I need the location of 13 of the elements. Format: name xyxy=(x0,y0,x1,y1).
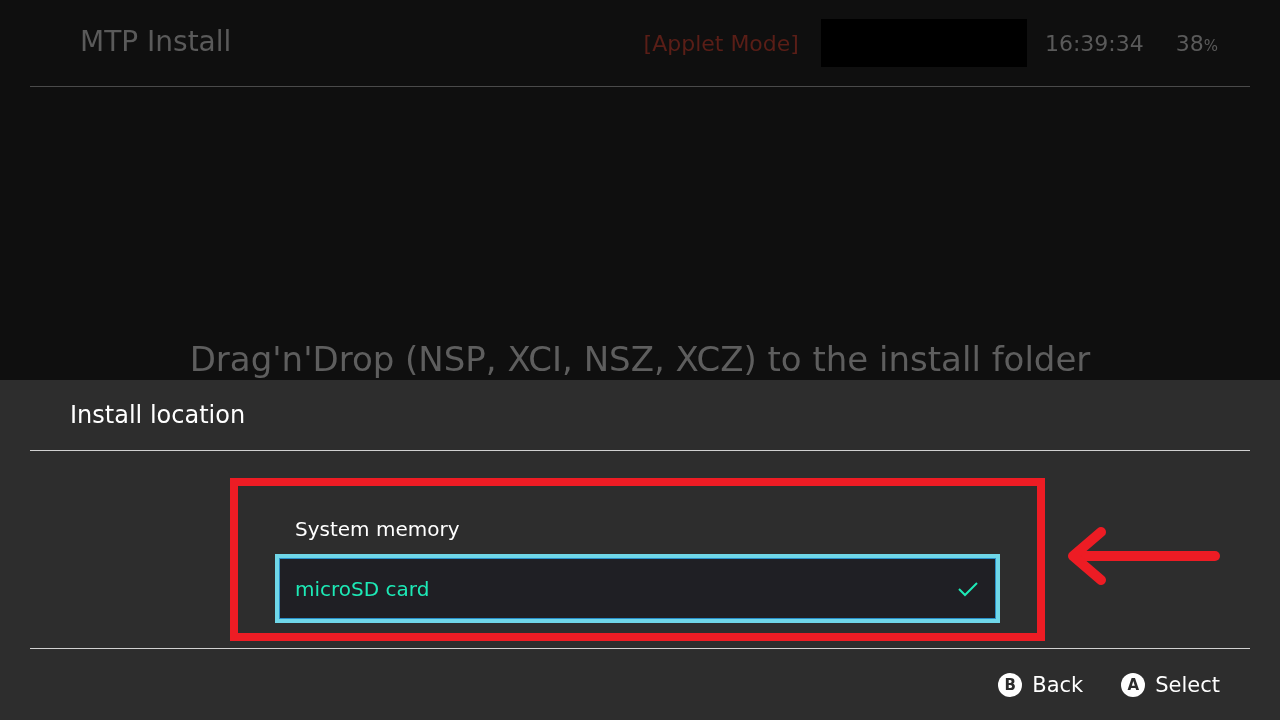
mode-label: [Applet Mode] xyxy=(643,30,799,56)
app-title: MTP Install xyxy=(80,24,233,60)
battery-percent: 38% xyxy=(1175,30,1218,56)
footer-button[interactable]: A Select xyxy=(1121,672,1220,697)
footer-button[interactable]: B Back xyxy=(998,672,1084,697)
arrow-icon xyxy=(1065,526,1220,586)
controller-key-icon: B xyxy=(998,672,1023,697)
dialog-title: Install location xyxy=(70,401,246,429)
option-item[interactable]: System memory xyxy=(275,504,1000,554)
instruction-message: Drag'n'Drop (NSP, XCI, NSZ, XCZ) to the install folder xyxy=(188,338,1092,380)
clock-time: 16:39:34 xyxy=(1044,30,1144,56)
option-item[interactable]: microSD card xyxy=(275,554,1000,623)
controller-key-icon: A xyxy=(1121,672,1146,697)
